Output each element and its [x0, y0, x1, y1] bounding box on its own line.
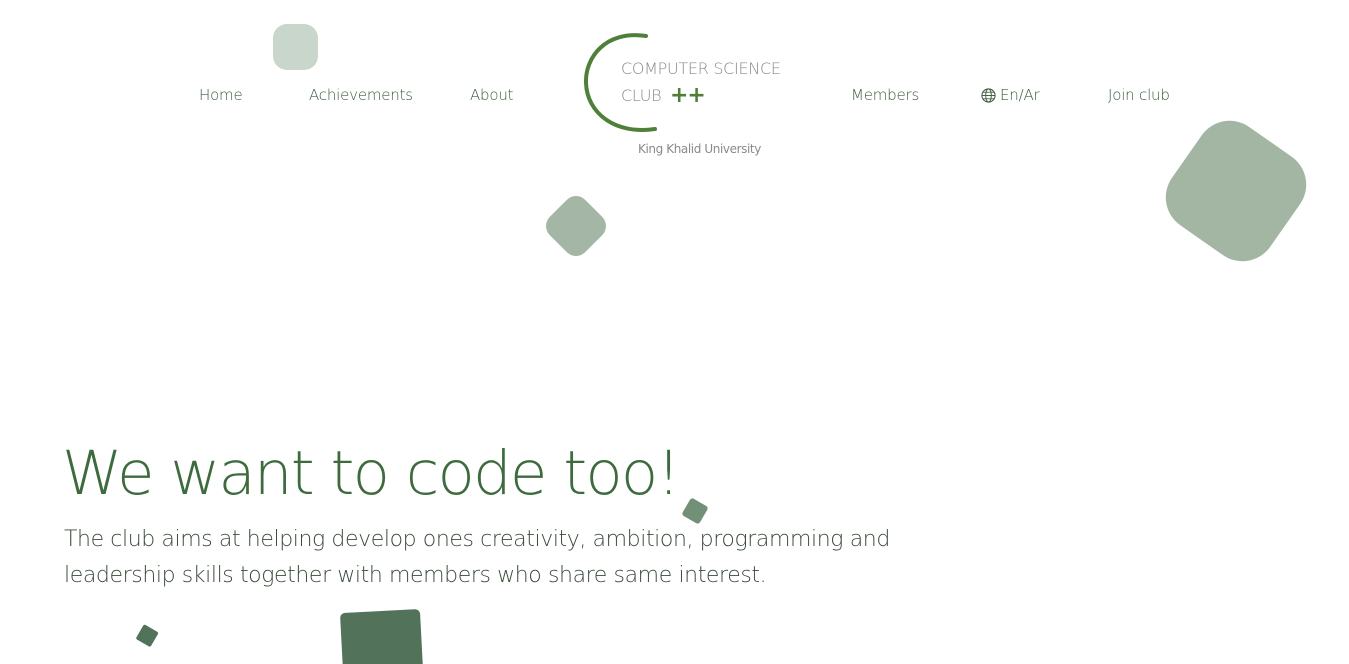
nav-home-link[interactable]: Home [199, 86, 243, 104]
decor-shape-bottom [340, 609, 424, 664]
logo-subtitle: King Khalid University [638, 142, 761, 156]
language-label: En/Ar [1000, 86, 1040, 104]
decor-shape-right-large [1165, 120, 1307, 262]
hero-title: We want to code too! [62, 438, 681, 509]
hero-description: The club aims at helping develop ones cr… [64, 527, 890, 588]
logo-plus: ++ [670, 83, 706, 108]
language-switch[interactable]: En/Ar [981, 86, 1040, 104]
decor-shape-small-2 [136, 624, 159, 647]
club-logo[interactable]: COMPUTER SCIENCE CLUB ++ King Khalid Uni… [580, 28, 790, 163]
page: Home Achievements About COMPUTER SCIENCE… [0, 0, 1349, 664]
decor-shape-top-left [273, 24, 318, 70]
nav-members-link[interactable]: Members [851, 86, 919, 104]
logo-line-1: COMPUTER SCIENCE [621, 59, 781, 78]
nav-about-link[interactable]: About [470, 86, 514, 104]
decor-shape-center [546, 196, 606, 256]
logo-c-mark [583, 33, 657, 132]
logo-line-2: CLUB [621, 86, 662, 105]
globe-icon [981, 87, 996, 103]
nav-join-club-link[interactable]: Join club [1108, 86, 1170, 104]
nav-achievements-link[interactable]: Achievements [309, 86, 413, 104]
